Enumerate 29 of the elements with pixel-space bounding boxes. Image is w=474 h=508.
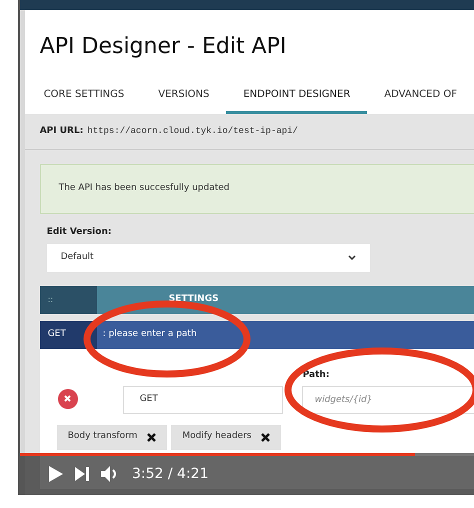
tab[interactable]: VERSIONS (141, 85, 226, 114)
close-icon[interactable] (261, 432, 270, 442)
chevron-icon (348, 255, 356, 260)
time-display: 3:52 / 4:21 (132, 464, 208, 484)
close-icon (64, 395, 72, 402)
path-field[interactable]: widgets/{id} (302, 386, 474, 414)
edit-version-label: Edit Version: (46, 226, 112, 239)
scrollbar[interactable] (20, 10, 25, 495)
path-label: Path: (302, 368, 330, 382)
endpoint-bar[interactable]: GET : please enter a path (40, 320, 474, 348)
close-icon[interactable] (147, 432, 156, 442)
success-alert: The API has been succesfully updated (40, 164, 474, 214)
path-hint: : please enter a path (102, 328, 197, 341)
delete-button[interactable] (58, 388, 78, 408)
drag-handle[interactable]: :: (40, 286, 97, 314)
api-url-label: API URL: (40, 124, 84, 138)
page-title: API Designer - Edit API (38, 33, 288, 61)
api-url: https://acorn.cloud.tyk.io/test-ip-api/ (87, 124, 298, 138)
play-icon[interactable] (48, 465, 64, 483)
tab[interactable]: ADVANCED OF (367, 85, 474, 114)
plugin-chip[interactable]: Modify headers (171, 424, 282, 450)
plugin-chip[interactable]: Body transform (56, 424, 168, 450)
settings-title: SETTINGS (168, 292, 219, 306)
next-icon[interactable] (74, 466, 90, 482)
version-select[interactable]: Default (46, 244, 370, 272)
method-select[interactable]: GET (122, 386, 283, 414)
tab[interactable]: CORE SETTINGS (26, 85, 142, 114)
tab[interactable]: ENDPOINT DESIGNER (226, 85, 368, 114)
settings-bar[interactable]: :: SETTINGS (40, 286, 474, 314)
